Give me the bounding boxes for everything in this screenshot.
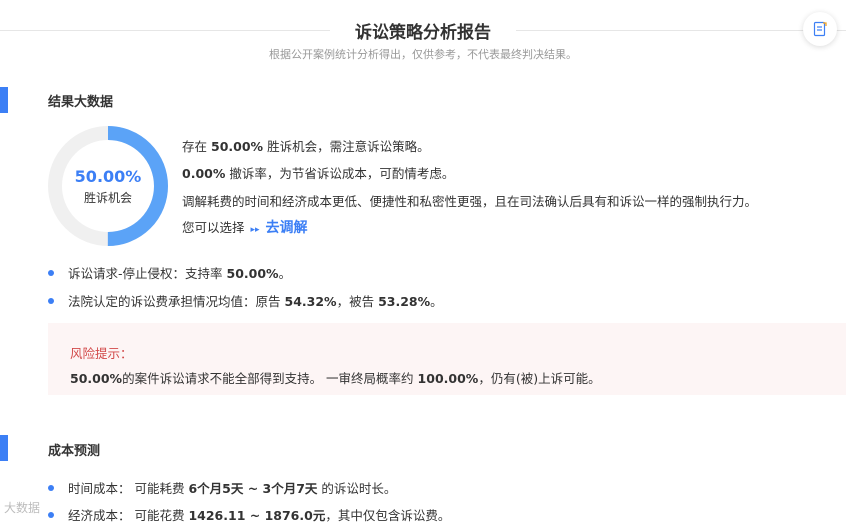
watermark: 大数据: [4, 501, 41, 515]
withdraw-rate-line: 0.00% 撤诉率，为节省诉讼成本，可酌情考虑。: [182, 163, 454, 182]
bullet-money-cost: 经济成本： 可能花费 1426.11 ~ 1876.0元，其中仅包含诉讼费。: [48, 505, 450, 524]
final-judgment-value: 100.00%: [417, 371, 479, 386]
page-title: 诉讼策略分析报告: [355, 23, 491, 43]
mediation-choice-line: 您可以选择 ▸▸ 去调解: [182, 217, 308, 237]
text: ，仍有(被)上诉可能。: [478, 371, 601, 386]
risk-warning-box: 风险提示： 50.00%的案件诉讼请求不能全部得到支持。 一审终局概率约 100…: [48, 323, 846, 395]
bullet-dot: [48, 485, 54, 491]
time-cost-value: 6个月5天 ~ 3个月7天: [188, 481, 318, 496]
section-accent-bar: [0, 435, 8, 461]
go-mediate-link[interactable]: 去调解: [266, 220, 308, 236]
support-rate-value: 50.00%: [226, 266, 279, 281]
text: 的案件诉讼请求不能全部得到支持。 一审终局概率约: [122, 371, 414, 386]
win-chance-line: 存在 50.00% 胜诉机会，需注意诉讼策略。: [182, 136, 430, 155]
text: 存在: [182, 139, 208, 154]
text: ，其中仅包含诉讼费。: [325, 508, 451, 523]
donut-center: 50.00% 胜诉机会: [48, 126, 168, 246]
bullet-dot: [48, 298, 54, 304]
section-title-cost: 成本预测: [48, 444, 101, 459]
text: 诉讼请求-停止侵权：支持率: [68, 266, 223, 281]
double-arrow-icon: ▸▸: [250, 225, 260, 235]
text: 时间成本： 可能耗费: [68, 481, 185, 496]
bullet-dot: [48, 512, 54, 518]
withdraw-rate-value: 0.00%: [182, 166, 226, 181]
report-button[interactable]: [803, 12, 837, 46]
donut-label: 胜诉机会: [83, 190, 132, 205]
text: 的诉讼时长。: [321, 481, 397, 496]
win-rate-value: 50.00%: [211, 139, 264, 154]
text: 法院认定的诉讼费承担情况均值：原告: [68, 294, 281, 309]
money-cost-value: 1426.11 ~ 1876.0元: [188, 508, 326, 523]
risk-title: 风险提示：: [70, 346, 133, 361]
text: 。: [430, 294, 443, 309]
bullet-dot: [48, 270, 54, 276]
section-title-results: 结果大数据: [48, 95, 114, 110]
text: 经济成本： 可能花费: [68, 508, 185, 523]
text: 撤诉率，为节省诉讼成本，可酌情考虑。: [229, 166, 455, 181]
partial-support-value: 50.00%: [70, 371, 123, 386]
bullet-time-cost: 时间成本： 可能耗费 6个月5天 ~ 3个月7天 的诉讼时长。: [48, 478, 396, 497]
donut-percent: 50.00%: [74, 166, 142, 186]
bullet-claim-support: 诉讼请求-停止侵权：支持率 50.00%。: [48, 263, 291, 282]
report-header: 诉讼策略分析报告 根据公开案例统计分析得出，仅供参考，不代表最终判决结果。: [0, 0, 846, 70]
bullet-fee-burden: 法院认定的诉讼费承担情况均值：原告 54.32%，被告 53.28%。: [48, 291, 443, 310]
text: 您可以选择: [182, 220, 245, 235]
plaintiff-share-value: 54.32%: [284, 294, 337, 309]
text: ，被告: [336, 294, 375, 309]
page-subtitle: 根据公开案例统计分析得出，仅供参考，不代表最终判决结果。: [269, 48, 577, 61]
risk-text: 50.00%的案件诉讼请求不能全部得到支持。 一审终局概率约 100.00%，仍…: [70, 368, 601, 387]
text: 胜诉机会，需注意诉讼策略。: [267, 139, 430, 154]
section-accent-bar: [0, 87, 8, 113]
mediation-note: 调解耗费的时间和经济成本更低、便捷性和私密性更强，且在司法确认后具有和诉讼一样的…: [182, 194, 758, 209]
document-edit-icon: [813, 21, 827, 37]
text: 。: [278, 266, 292, 281]
defendant-share-value: 53.28%: [378, 294, 431, 309]
